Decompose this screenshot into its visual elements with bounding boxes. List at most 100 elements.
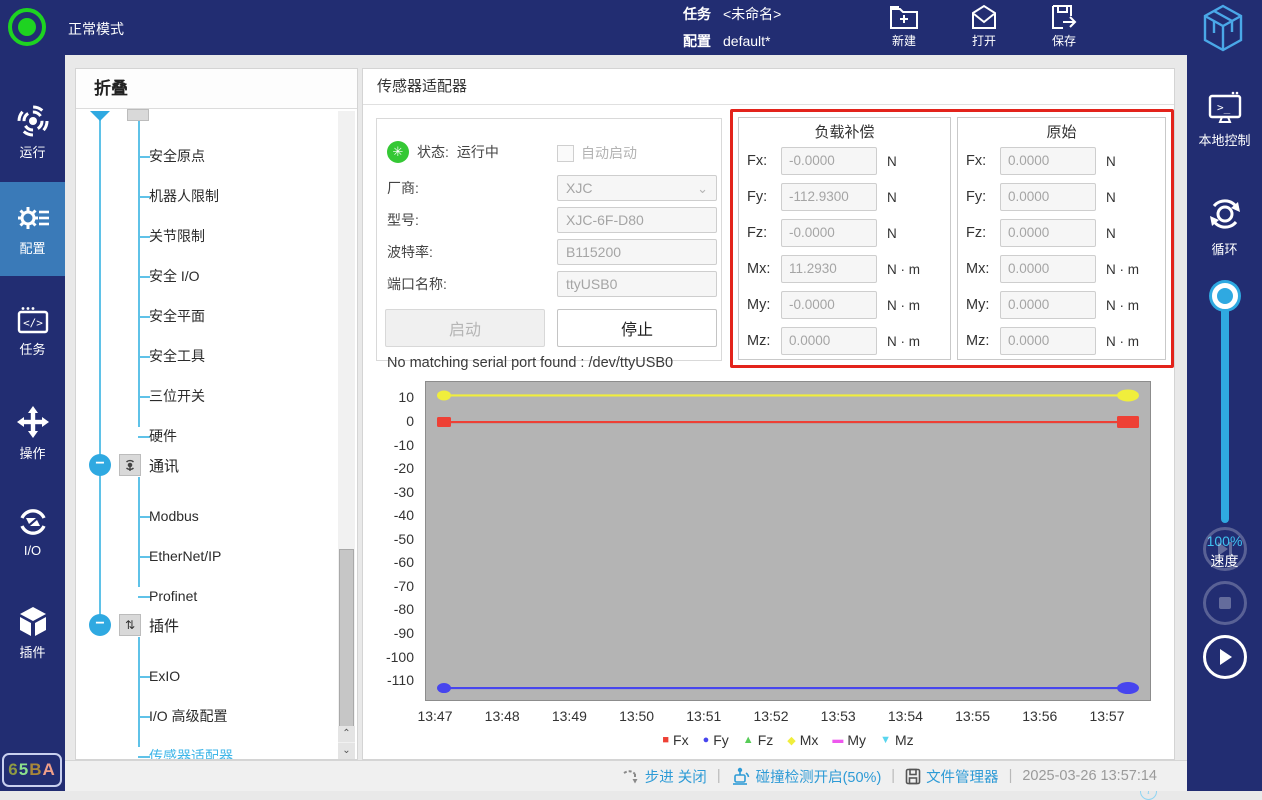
tree-item-safe-io[interactable]: 安全 I/O <box>149 265 200 287</box>
force-value-field[interactable]: -112.9300 <box>781 183 877 211</box>
load-panel-title: 负载补偿 <box>739 121 950 142</box>
save-button-label: 保存 <box>1052 32 1076 49</box>
force-value-field[interactable]: 0.0000 <box>1000 183 1096 211</box>
tree-item-modbus[interactable]: Modbus <box>149 505 199 527</box>
port-input[interactable]: ttyUSB0 <box>557 271 717 297</box>
model-input[interactable]: XJC-6F-D80 <box>557 207 717 233</box>
x-tick-label: 13:51 <box>674 708 734 724</box>
tree-branch-line <box>138 121 140 427</box>
sidebar-item-task[interactable]: </> 任务 <box>0 284 65 378</box>
sidebar-item-operate[interactable]: 操作 <box>0 386 65 480</box>
play-button[interactable] <box>1203 635 1247 679</box>
force-value-field[interactable]: -0.0000 <box>781 219 877 247</box>
tree-node-plugins[interactable]: − ⇅ 插件 <box>89 614 179 636</box>
tree-item-hardware[interactable]: 硬件 <box>149 425 177 447</box>
tree-node-communication[interactable]: − 通讯 <box>89 454 179 476</box>
force-label: Mz: <box>966 333 1000 349</box>
force-value-field[interactable]: -0.0000 <box>781 147 877 175</box>
step-mode-label: 步进 关闭 <box>645 766 707 787</box>
y-tick-label: -100 <box>376 649 414 665</box>
force-value-field[interactable]: 0.0000 <box>1000 327 1096 355</box>
series-marker <box>437 683 451 693</box>
chart-plot-area <box>425 381 1151 701</box>
series-marker <box>1117 416 1139 428</box>
autostart-checkbox[interactable] <box>557 145 574 162</box>
badge-char: A <box>42 760 55 780</box>
x-tick-label: 13:52 <box>741 708 801 724</box>
force-row-fy: Fy:0.0000N <box>966 182 1165 212</box>
scroll-up-button[interactable]: ⌃ <box>338 726 355 742</box>
sidebar-item-plugin[interactable]: 插件 <box>0 586 65 680</box>
collision-icon <box>731 767 751 785</box>
collapse-minus-icon[interactable]: − <box>89 614 111 636</box>
scroll-down-button[interactable]: ⌄ <box>338 743 355 759</box>
tree-item-safe-tool[interactable]: 安全工具 <box>149 345 205 367</box>
start-button[interactable]: 启动 <box>385 309 545 347</box>
force-unit: N <box>1106 190 1116 205</box>
tree-item-safe-home[interactable]: 安全原点 <box>149 145 205 167</box>
tree-item-profinet[interactable]: Profinet <box>149 585 197 607</box>
file-manager-item[interactable]: 文件管理器 <box>905 766 999 787</box>
collapsed-arrow-icon[interactable] <box>90 111 110 121</box>
tree-item-robot-limit[interactable]: 机器人限制 <box>149 185 219 207</box>
tree-scrollbar[interactable]: ⌃ ⌄ <box>338 111 355 759</box>
legend-label: Mz <box>895 732 914 748</box>
force-value-field[interactable]: 0.0000 <box>1000 255 1096 283</box>
autostart-control: 自动启动 <box>557 143 637 163</box>
force-value-field[interactable]: 0.0000 <box>1000 291 1096 319</box>
force-unit: N · m <box>887 262 920 277</box>
speed-slider[interactable] <box>1211 283 1239 533</box>
step-mode-item[interactable]: 步进 关闭 <box>622 766 707 787</box>
vendor-row: 厂商: XJC⌄ <box>387 175 717 201</box>
force-value-field[interactable]: 0.0000 <box>1000 219 1096 247</box>
slider-track[interactable] <box>1221 307 1229 523</box>
slider-thumb[interactable] <box>1212 283 1238 309</box>
collision-detect-item[interactable]: 碰撞检测开启(50%) <box>731 766 882 787</box>
running-status-icon: ✳ <box>387 141 409 163</box>
status-label: 状态: <box>417 142 449 162</box>
mode-label: 正常模式 <box>68 19 124 39</box>
tree-item-joint-limit[interactable]: 关节限制 <box>149 225 205 247</box>
sidebar-item-io[interactable]: I/O <box>0 484 65 578</box>
tree-item-ethernet-ip[interactable]: EtherNet/IP <box>149 545 221 567</box>
brand-logo-icon <box>1196 2 1250 54</box>
open-button[interactable]: 打开 <box>952 4 1016 49</box>
force-row-fz: Fz:0.0000N <box>966 218 1165 248</box>
collapse-minus-icon[interactable]: − <box>89 454 111 476</box>
legend-marker: ◆ <box>787 734 795 747</box>
force-value-field[interactable]: 11.2930 <box>781 255 877 283</box>
force-value-field[interactable]: 0.0000 <box>1000 147 1096 175</box>
settings-gear-icon <box>15 202 51 234</box>
x-tick-label: 13:49 <box>539 708 599 724</box>
legend-item: ▬My <box>832 732 866 748</box>
new-button[interactable]: 新建 <box>872 4 936 49</box>
svg-text:>_: >_ <box>1217 101 1231 114</box>
loop-button[interactable]: 循环 <box>1187 193 1262 258</box>
force-chart: 100-10-20-30-40-50-60-70-80-90-100-110 1… <box>376 376 1163 754</box>
force-row-my: My:0.0000N · m <box>966 290 1165 320</box>
step-forward-button[interactable] <box>1203 527 1247 571</box>
sidebar-item-config[interactable]: 配置 <box>0 182 65 276</box>
stop-button[interactable] <box>1203 581 1247 625</box>
vendor-select[interactable]: XJC⌄ <box>557 175 717 201</box>
task-label: 任务 <box>683 4 711 24</box>
force-unit: N · m <box>887 334 920 349</box>
scrollbar-thumb[interactable] <box>339 549 354 729</box>
save-button[interactable]: 保存 <box>1032 4 1096 49</box>
force-unit: N · m <box>1106 334 1139 349</box>
force-value-field[interactable]: -0.0000 <box>781 291 877 319</box>
move-arrows-icon <box>16 405 50 439</box>
force-value-field[interactable]: 0.0000 <box>781 327 877 355</box>
tree-item-sensor-adapter[interactable]: 传感器适配器 <box>149 745 233 760</box>
collapse-header[interactable]: 折叠 <box>76 69 357 109</box>
force-unit: N <box>887 190 897 205</box>
tree-item-io-advanced[interactable]: I/O 高级配置 <box>149 705 228 727</box>
tree-item-safe-plane[interactable]: 安全平面 <box>149 305 205 327</box>
stop-button[interactable]: 停止 <box>557 309 717 347</box>
force-label: Fz: <box>747 225 781 241</box>
tree-item-exio[interactable]: ExIO <box>149 665 180 687</box>
local-control-button[interactable]: >_ 本地控制 <box>1187 90 1262 149</box>
force-label: Fx: <box>747 153 781 169</box>
tree-item-three-position-switch[interactable]: 三位开关 <box>149 385 205 407</box>
sidebar-item-run[interactable]: 运行 <box>0 85 65 179</box>
